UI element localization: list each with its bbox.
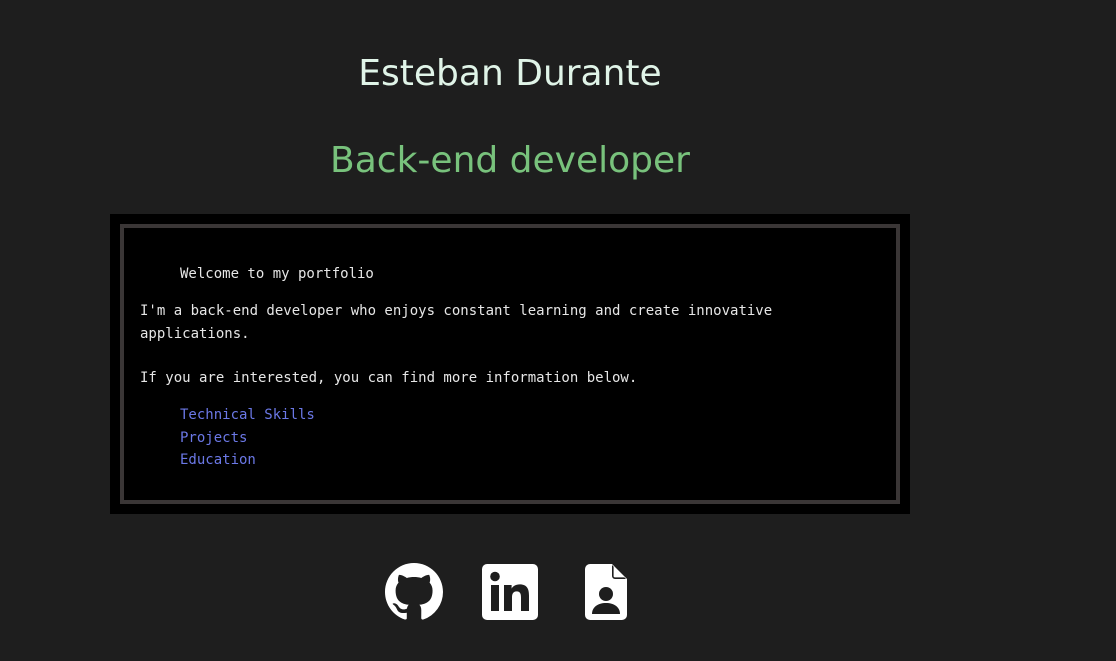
education-link[interactable]: Education: [180, 452, 256, 468]
projects-link[interactable]: Projects: [180, 430, 247, 446]
section-links: Technical Skills Projects Education: [180, 404, 315, 472]
github-icon: [385, 563, 443, 620]
more-info-text: If you are interested, you can find more…: [140, 370, 638, 386]
list-item: Projects: [180, 427, 315, 450]
linkedin-link[interactable]: [481, 563, 539, 621]
list-item: Technical Skills: [180, 404, 315, 427]
terminal-window: Welcome to my portfolio I'm a back-end d…: [110, 214, 910, 514]
resume-icon: [585, 564, 627, 620]
welcome-text: Welcome to my portfolio: [180, 266, 374, 282]
linkedin-icon: [482, 564, 538, 620]
intro-text: I'm a back-end developer who enjoys cons…: [140, 303, 773, 342]
technical-skills-link[interactable]: Technical Skills: [180, 407, 315, 423]
resume-link[interactable]: [577, 563, 635, 621]
owner-name: Esteban Durante: [358, 53, 662, 94]
terminal-panel: Welcome to my portfolio I'm a back-end d…: [120, 224, 900, 504]
list-item: Education: [180, 449, 315, 472]
portfolio-page: Esteban Durante Back-end developer Welco…: [0, 0, 1116, 661]
github-link[interactable]: [385, 563, 443, 621]
owner-role: Back-end developer: [330, 140, 690, 181]
